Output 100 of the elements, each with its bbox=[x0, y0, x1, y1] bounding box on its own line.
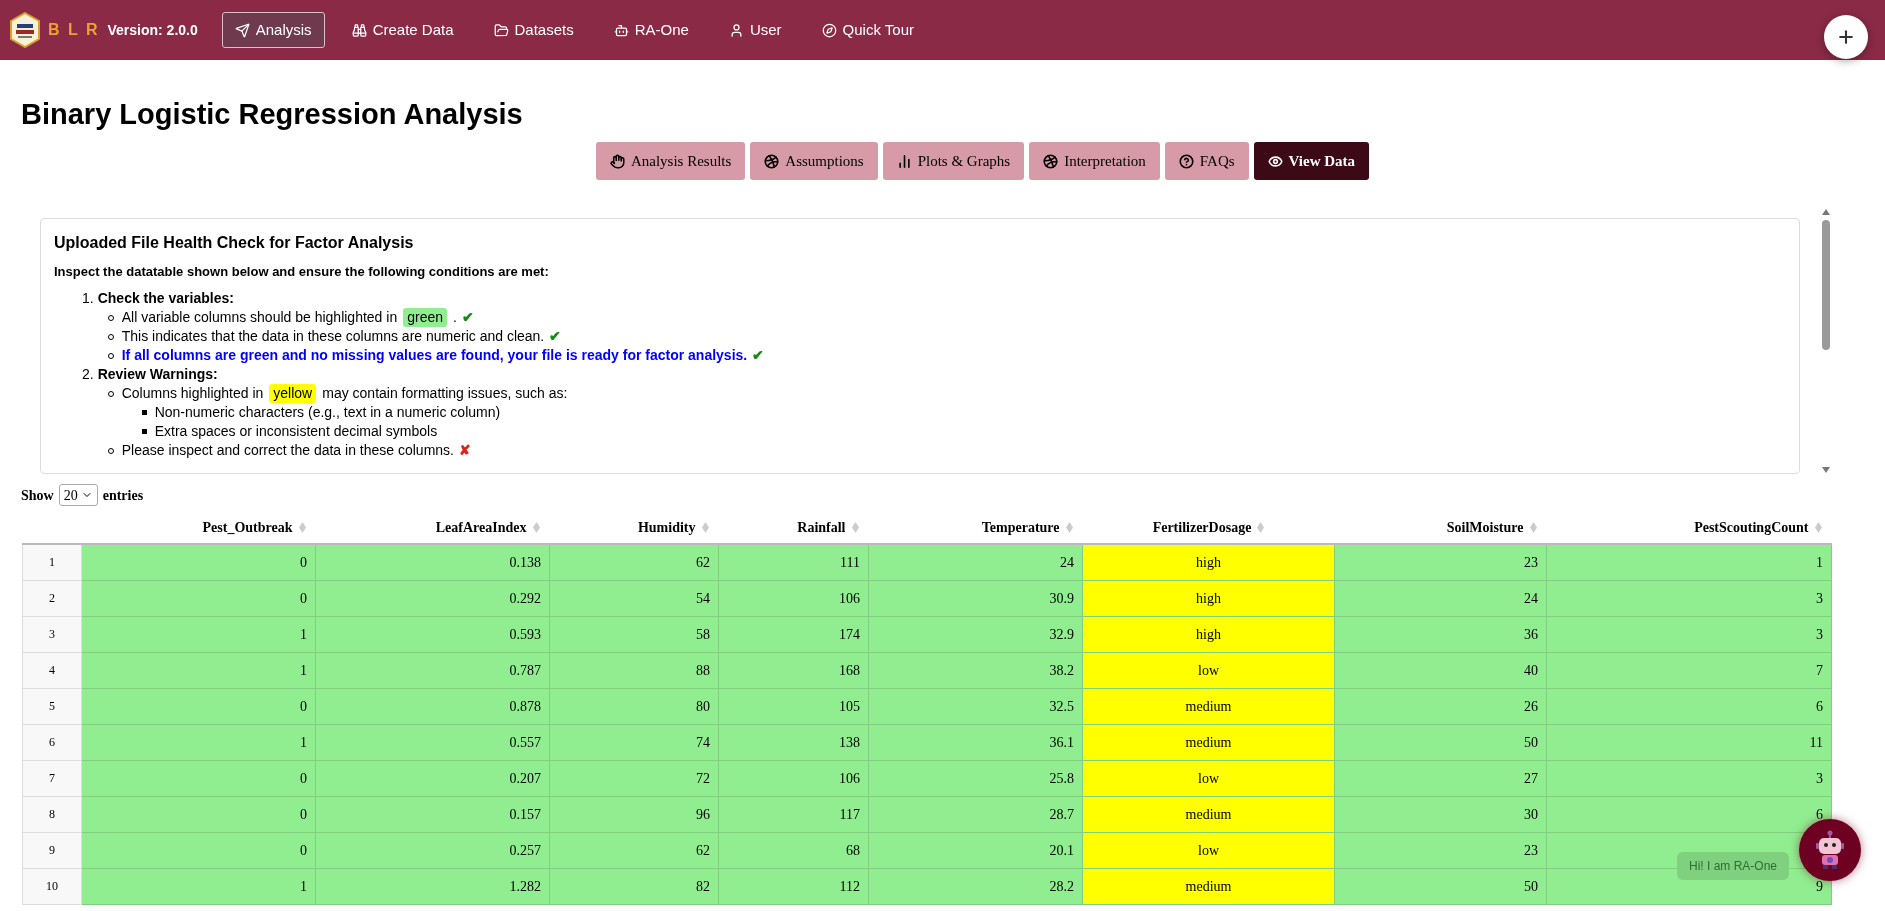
column-header[interactable]: PestScoutingCount bbox=[1546, 512, 1832, 544]
step-number: 2. bbox=[82, 365, 94, 384]
table-cell: 54 bbox=[549, 580, 719, 616]
row-index: 6 bbox=[22, 724, 82, 760]
tab[interactable]: View Data bbox=[1253, 142, 1370, 180]
table-cell: 6 bbox=[1546, 688, 1832, 724]
table-cell: 24 bbox=[868, 544, 1083, 580]
table-cell: 62 bbox=[549, 544, 719, 580]
sort-icon[interactable] bbox=[1257, 522, 1265, 533]
table-cell: 1 bbox=[81, 868, 316, 904]
item-text: may contain formatting issues, such as: bbox=[322, 384, 568, 403]
emphasis-text: If all columns are green and no missing values are found, your file is ready for factor analysis. bbox=[121, 346, 748, 365]
item-text: . bbox=[453, 308, 457, 327]
sort-icon[interactable] bbox=[298, 522, 306, 533]
nav-link[interactable]: Analysis bbox=[221, 12, 325, 48]
table-cell: 38.2 bbox=[868, 652, 1083, 688]
table-cell: 0.292 bbox=[315, 580, 550, 616]
table-cell: 112 bbox=[718, 868, 869, 904]
sort-icon[interactable] bbox=[1814, 522, 1822, 533]
status-mark: ✔ bbox=[752, 346, 765, 365]
table-cell: 30 bbox=[1334, 796, 1547, 832]
sort-icon[interactable] bbox=[1065, 522, 1073, 533]
row-index: 7 bbox=[22, 760, 82, 796]
table-cell: 0 bbox=[81, 760, 316, 796]
row-index: 5 bbox=[22, 688, 82, 724]
table-cell: 0.878 bbox=[315, 688, 550, 724]
version-text: Version: 2.0.0 bbox=[107, 20, 198, 40]
table-cell: 106 bbox=[718, 760, 869, 796]
table-cell: 0 bbox=[81, 796, 316, 832]
ball-icon bbox=[1043, 153, 1059, 169]
sort-icon[interactable] bbox=[532, 522, 540, 533]
column-header[interactable]: Humidity bbox=[549, 512, 719, 544]
nav-link[interactable]: Datasets bbox=[480, 12, 587, 48]
user-icon bbox=[728, 22, 744, 38]
table-cell: 0.787 bbox=[315, 652, 550, 688]
table-cell: 96 bbox=[549, 796, 719, 832]
tab[interactable]: Plots & Graphs bbox=[882, 142, 1025, 180]
logo-icon bbox=[10, 12, 40, 48]
entries-label: entries bbox=[102, 486, 144, 505]
table-cell: low bbox=[1082, 832, 1335, 868]
sort-icon[interactable] bbox=[851, 522, 859, 533]
table-cell: 68 bbox=[718, 832, 869, 868]
column-header[interactable]: Temperature bbox=[868, 512, 1083, 544]
tab[interactable]: FAQs bbox=[1164, 142, 1249, 180]
row-index: 3 bbox=[22, 616, 82, 652]
table-cell: 6 bbox=[1546, 796, 1832, 832]
bar-chart-icon bbox=[896, 153, 912, 169]
column-header[interactable]: Pest_Outbreak bbox=[81, 512, 316, 544]
table-cell: medium bbox=[1082, 868, 1335, 904]
table-cell: 82 bbox=[549, 868, 719, 904]
column-header[interactable]: Rainfall bbox=[718, 512, 869, 544]
table-cell: medium bbox=[1082, 724, 1335, 760]
table-cell: low bbox=[1082, 760, 1335, 796]
nav-link[interactable]: User bbox=[715, 12, 795, 48]
highlight-label: green bbox=[403, 308, 447, 327]
bullet-icon bbox=[141, 410, 147, 415]
table-cell: 23 bbox=[1334, 832, 1547, 868]
table-cell: 0.157 bbox=[315, 796, 550, 832]
page-size-select[interactable]: 20 bbox=[58, 484, 98, 506]
scroll-up-arrow-icon[interactable] bbox=[1821, 208, 1831, 216]
subitem-text: Extra spaces or inconsistent decimal symbols bbox=[154, 422, 438, 441]
table-cell: 80 bbox=[549, 688, 719, 724]
table-cell: 74 bbox=[549, 724, 719, 760]
folder-icon bbox=[493, 22, 509, 38]
sort-icon[interactable] bbox=[1529, 522, 1537, 533]
nav-link[interactable]: Create Data bbox=[338, 12, 467, 48]
table-cell: 117 bbox=[718, 796, 869, 832]
nav-link[interactable]: RA-One bbox=[600, 12, 702, 48]
tab[interactable]: Interpretation bbox=[1029, 142, 1160, 180]
table-cell: medium bbox=[1082, 688, 1335, 724]
column-header[interactable]: FertilizerDosage bbox=[1082, 512, 1335, 544]
robot-icon bbox=[613, 22, 629, 38]
table-cell: 25.8 bbox=[868, 760, 1083, 796]
step-number: 1. bbox=[82, 289, 94, 308]
tab[interactable]: Analysis Results bbox=[595, 142, 746, 180]
table-cell: 0 bbox=[81, 580, 316, 616]
table-cell: 20.1 bbox=[868, 832, 1083, 868]
column-header[interactable]: LeafAreaIndex bbox=[315, 512, 550, 544]
table-cell: 23 bbox=[1334, 544, 1547, 580]
table-cell: 0.257 bbox=[315, 832, 550, 868]
sort-icon[interactable] bbox=[701, 522, 709, 533]
column-header[interactable]: SoilMoisture bbox=[1334, 512, 1547, 544]
chat-bot-button[interactable] bbox=[1799, 819, 1861, 881]
tab[interactable]: Assumptions bbox=[750, 142, 878, 180]
table-cell: 1.282 bbox=[315, 868, 550, 904]
nav-link[interactable]: Quick Tour bbox=[808, 12, 927, 48]
scroll-down-arrow-icon[interactable] bbox=[1821, 466, 1831, 474]
compass-icon bbox=[821, 22, 837, 38]
row-index: 2 bbox=[22, 580, 82, 616]
table-cell: 26 bbox=[1334, 688, 1547, 724]
status-mark: ✔ bbox=[549, 327, 562, 346]
row-index: 9 bbox=[22, 832, 82, 868]
card-title: Uploaded File Health Check for Factor Analysis bbox=[54, 233, 415, 252]
status-mark: ✔ bbox=[461, 308, 474, 327]
table-cell: high bbox=[1082, 580, 1335, 616]
table-cell: 106 bbox=[718, 580, 869, 616]
hand-icon bbox=[609, 153, 625, 169]
ball-icon bbox=[764, 153, 780, 169]
table-cell: medium bbox=[1082, 796, 1335, 832]
table-cell: 0 bbox=[81, 688, 316, 724]
